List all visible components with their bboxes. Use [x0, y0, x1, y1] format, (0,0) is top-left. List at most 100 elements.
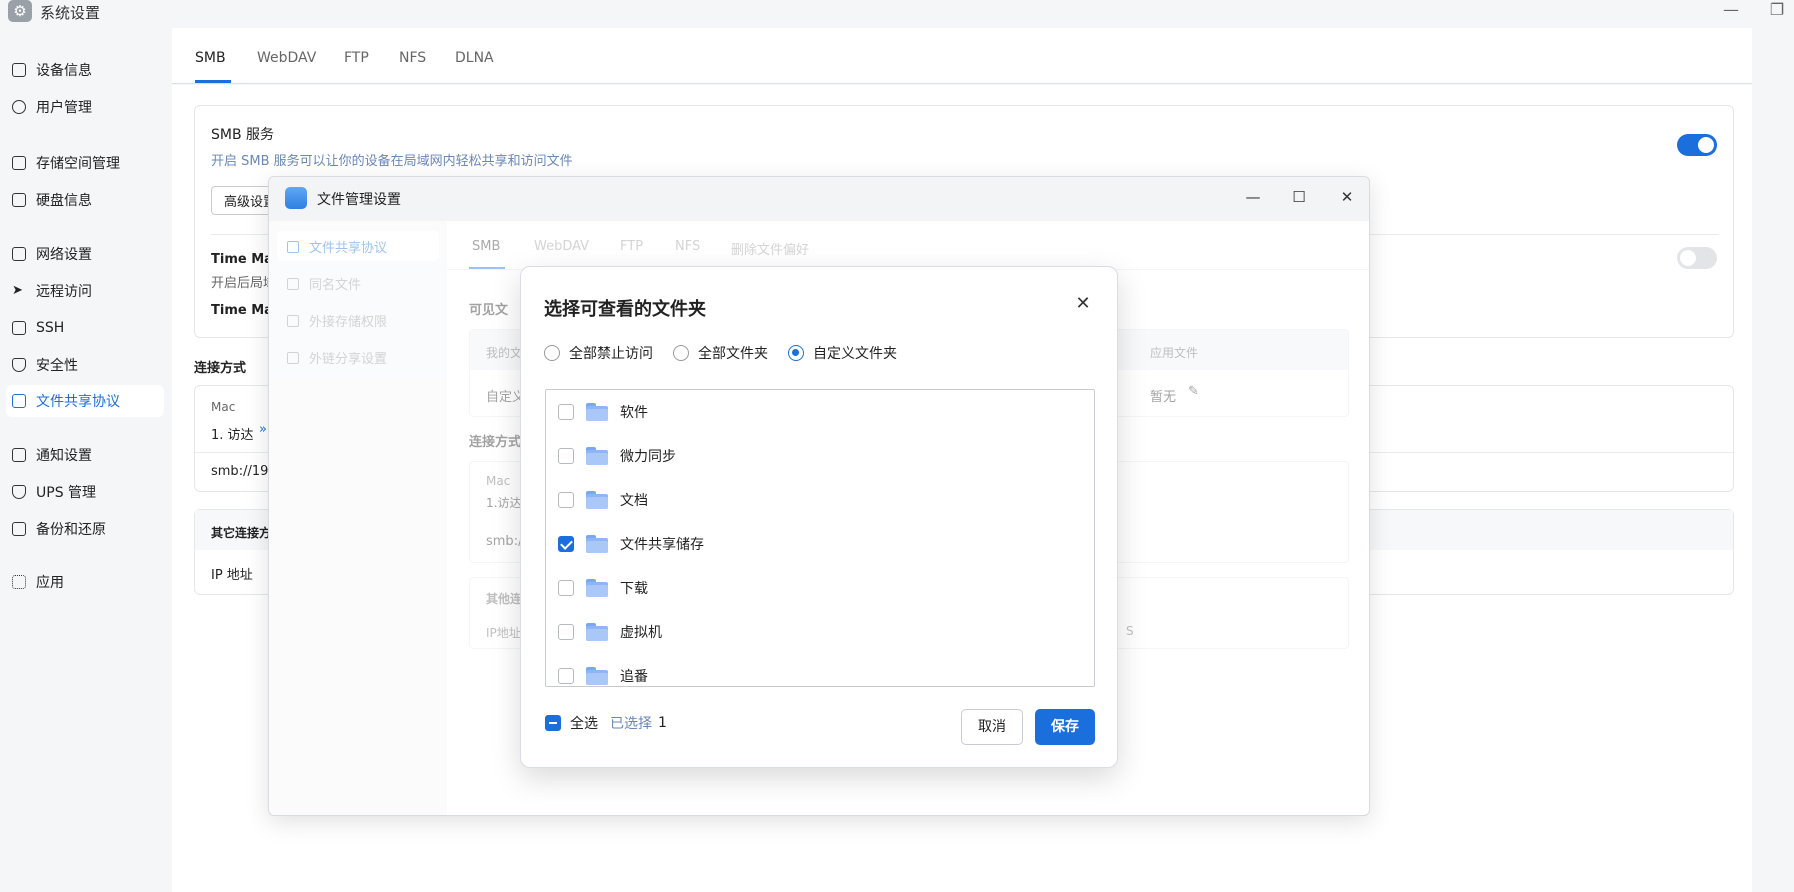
save-button[interactable]: 保存	[1035, 709, 1095, 745]
sidebar-item-storage[interactable]: 存储空间管理	[6, 147, 164, 179]
time-machine-toggle[interactable]	[1677, 247, 1717, 269]
fm-nav-same-name[interactable]: 同名文件	[287, 274, 361, 293]
sidebar-item-file-sharing[interactable]: 文件共享协议	[6, 385, 164, 417]
folder-row[interactable]: 微力同步	[546, 434, 1094, 478]
sidebar-item-apps[interactable]: 应用	[6, 566, 164, 598]
sidebar-item-network[interactable]: 网络设置	[6, 238, 164, 270]
maximize-icon[interactable]: ☐	[1289, 188, 1309, 206]
radio-circle	[544, 345, 560, 361]
restore-icon[interactable]: ❐	[1766, 0, 1788, 19]
storage-icon	[12, 156, 26, 170]
sidebar-item-label: 安全性	[36, 358, 78, 374]
tab-ftp[interactable]: FTP	[344, 50, 369, 66]
sidebar-item-users[interactable]: 用户管理	[6, 91, 164, 123]
folder-row[interactable]: 软件	[546, 390, 1094, 434]
fm-nav-file-sharing[interactable]: 文件共享协议	[287, 237, 387, 256]
sidebar-item-security[interactable]: 安全性	[6, 349, 164, 381]
folder-list[interactable]: 软件 微力同步 文档 文件共享储存 下载 虚拟机 追番	[545, 389, 1095, 687]
folder-name: 虚拟机	[620, 625, 662, 641]
external-drive-icon	[287, 315, 299, 327]
sidebar-item-label: 通知设置	[36, 448, 92, 464]
title-bar: ⚙ 系统设置 — ❐	[0, 0, 1794, 28]
fm-tab-nfs[interactable]: NFS	[675, 239, 700, 254]
tab-dlna[interactable]: DLNA	[455, 50, 494, 66]
folder-name: 软件	[620, 405, 648, 421]
fm-connection-heading: 连接方式	[469, 435, 522, 450]
sidebar-item-backup[interactable]: 备份和还原	[6, 513, 164, 545]
sidebar-item-ssh[interactable]: SSH	[6, 312, 164, 344]
send-icon: ➤	[12, 283, 23, 298]
fm-nav-link-share[interactable]: 外链分享设置	[287, 348, 387, 367]
folder-checkbox[interactable]	[558, 404, 574, 420]
folder-checkbox[interactable]	[558, 624, 574, 640]
time-machine-desc: 开启后局域	[211, 276, 277, 291]
shield-icon	[12, 358, 26, 372]
close-icon[interactable]: ✕	[1073, 293, 1093, 314]
sidebar-item-label: 远程访问	[36, 284, 92, 300]
folder-checkbox[interactable]	[558, 492, 574, 508]
folder-checkbox[interactable]	[558, 580, 574, 596]
folder-row[interactable]: 虚拟机	[546, 610, 1094, 654]
apps-grid-icon	[12, 575, 26, 589]
radio-deny-all[interactable]: 全部禁止访问	[544, 343, 653, 363]
selected-label: 已选择	[610, 716, 652, 732]
fm-nav-label: 外接存储权限	[309, 315, 388, 330]
folder-row[interactable]: 文件共享储存	[546, 522, 1094, 566]
download-icon	[12, 522, 26, 536]
tab-nfs[interactable]: NFS	[399, 50, 426, 66]
file-manager-sidebar: 文件共享协议 同名文件 外接存储权限 外链分享设置	[269, 221, 447, 815]
finder-step: 1. 访达	[211, 428, 254, 443]
document-icon	[287, 241, 299, 253]
ups-shield-icon	[12, 485, 26, 499]
fm-tab-webdav[interactable]: WebDAV	[534, 239, 589, 254]
smb-service-toggle[interactable]	[1677, 134, 1717, 156]
sidebar-item-ups[interactable]: UPS 管理	[6, 476, 164, 508]
smb-service-title: SMB 服务	[211, 127, 275, 143]
folder-row[interactable]: 下载	[546, 566, 1094, 610]
document-icon	[12, 394, 26, 408]
folder-row[interactable]: 文档	[546, 478, 1094, 522]
radio-circle	[673, 345, 689, 361]
folder-checkbox[interactable]	[558, 668, 574, 684]
sidebar-item-device-info[interactable]: 设备信息	[6, 54, 164, 86]
sidebar-item-label: 用户管理	[36, 100, 92, 116]
folder-checkbox[interactable]	[558, 448, 574, 464]
tab-smb[interactable]: SMB	[195, 50, 226, 66]
sidebar-item-disk-info[interactable]: 硬盘信息	[6, 184, 164, 216]
minimize-icon[interactable]: —	[1243, 188, 1263, 206]
fm-s-fragment: S	[1126, 624, 1134, 638]
select-all-label[interactable]: 全选	[570, 713, 598, 733]
sidebar-item-notifications[interactable]: 通知设置	[6, 439, 164, 471]
folder-name: 文件共享储存	[620, 537, 704, 553]
fm-tab-smb[interactable]: SMB	[472, 239, 500, 254]
select-all-checkbox[interactable]	[545, 715, 561, 731]
tab-webdav[interactable]: WebDAV	[257, 50, 316, 66]
smb-url: smb://192	[211, 464, 277, 479]
radio-all-folders[interactable]: 全部文件夹	[673, 343, 768, 363]
folder-checkbox-checked[interactable]	[558, 536, 574, 552]
disk-icon	[12, 63, 26, 77]
folder-icon	[586, 447, 608, 465]
minimize-icon[interactable]: —	[1720, 0, 1742, 19]
sidebar-item-label: 应用	[36, 575, 64, 591]
edit-pencil-icon[interactable]: ✎	[1188, 384, 1199, 399]
folder-name: 文档	[620, 493, 648, 509]
folder-icon	[586, 535, 608, 553]
folder-icon	[586, 579, 608, 597]
close-icon[interactable]: ✕	[1337, 188, 1357, 206]
folder-row[interactable]: 追番	[546, 654, 1094, 686]
radio-custom-folders[interactable]: 自定义文件夹	[788, 343, 897, 363]
fm-tab-delete-pref[interactable]: 删除文件偏好	[731, 239, 809, 258]
sidebar-item-remote[interactable]: ➤ 远程访问	[6, 275, 164, 307]
cancel-button[interactable]: 取消	[961, 709, 1023, 745]
dialog-title: 选择可查看的文件夹	[544, 299, 706, 320]
access-mode-radios: 全部禁止访问 全部文件夹 自定义文件夹	[544, 343, 917, 363]
fm-nav-label: 同名文件	[309, 278, 362, 293]
fm-nav-external-storage[interactable]: 外接存储权限	[287, 311, 387, 330]
fm-tab-ftp[interactable]: FTP	[620, 239, 643, 254]
select-folders-dialog: 选择可查看的文件夹 ✕ 全部禁止访问 全部文件夹 自定义文件夹 软件 微力同步 …	[520, 266, 1118, 768]
sidebar-item-label: UPS 管理	[36, 485, 97, 501]
folder-name: 微力同步	[620, 449, 676, 465]
fm-mac-label: Mac	[486, 474, 511, 488]
folder-icon	[586, 623, 608, 641]
